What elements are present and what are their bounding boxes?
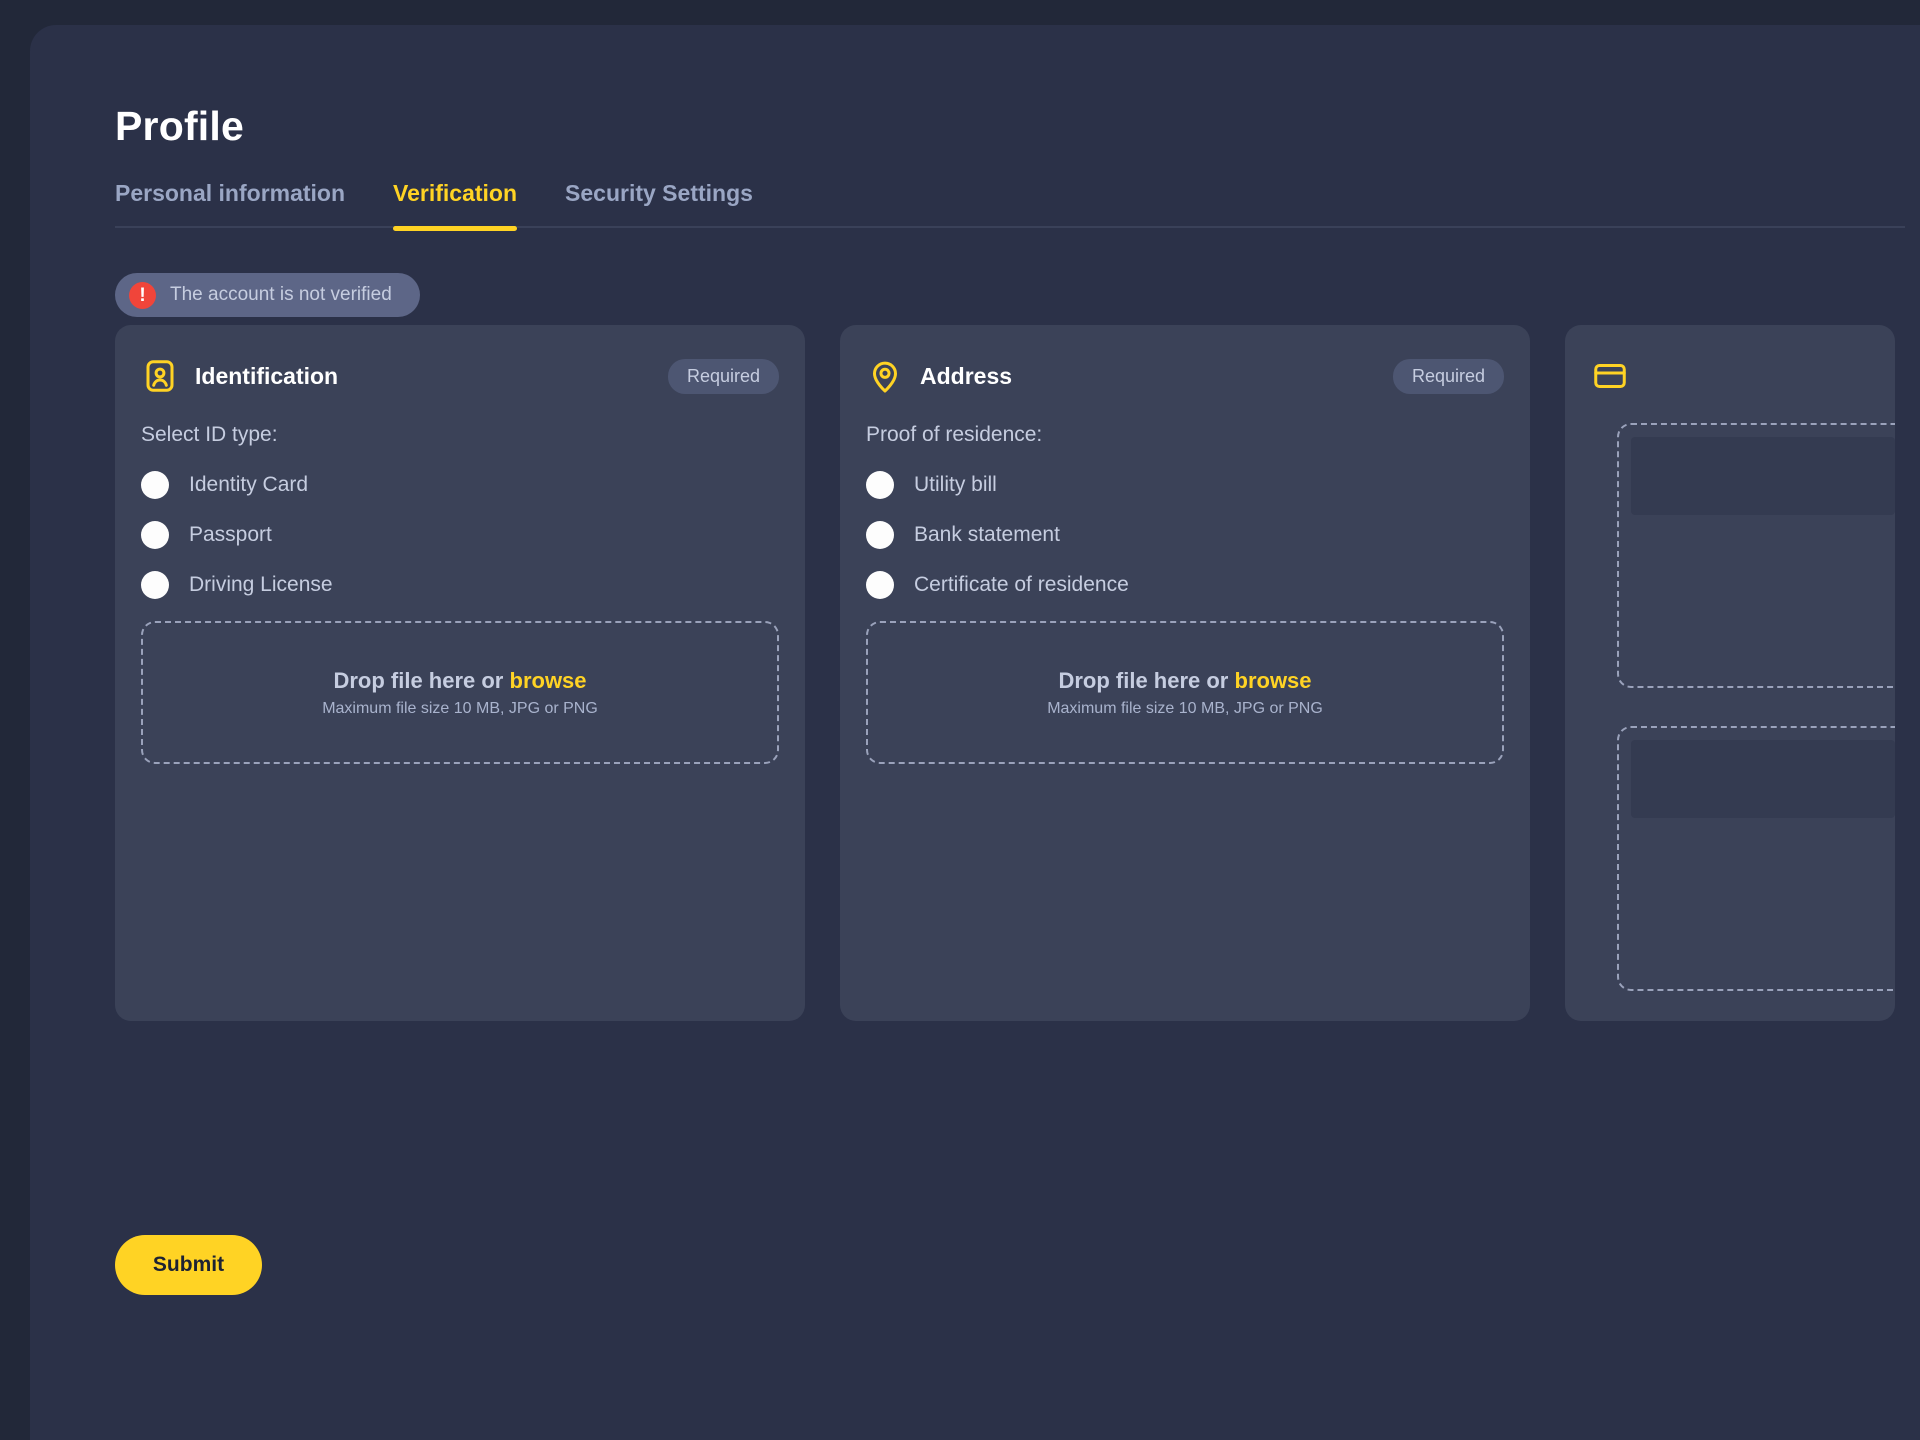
card-header	[1591, 353, 1895, 399]
alert-text: The account is not verified	[170, 284, 392, 305]
profile-tabs: Personal information Verification Securi…	[115, 180, 1905, 231]
radio-circle-icon[interactable]	[866, 521, 894, 549]
credit-card-icon	[1591, 357, 1629, 395]
radio-option-bank-statement[interactable]: Bank statement	[866, 521, 1504, 549]
dropzone-browse-link[interactable]: browse	[510, 668, 587, 693]
tab-personal-information[interactable]: Personal information	[115, 180, 345, 229]
card-header: Identification Required	[141, 353, 779, 399]
page-title: Profile	[115, 103, 244, 149]
card-identification: Identification Required Select ID type: …	[115, 325, 805, 1021]
card-header: Address Required	[866, 353, 1504, 399]
proof-of-residence-label: Proof of residence:	[866, 423, 1043, 446]
payment-upload-slot-fill	[1631, 437, 1895, 515]
radio-circle-icon[interactable]	[866, 571, 894, 599]
card-title: Identification	[195, 362, 339, 389]
address-dropzone[interactable]: Drop file here or browse Maximum file si…	[866, 621, 1504, 764]
card-address: Address Required Proof of residence: Uti…	[840, 325, 1530, 1021]
radio-option-identity-card[interactable]: Identity Card	[141, 471, 779, 499]
required-badge: Required	[667, 358, 779, 394]
required-badge: Required	[1392, 358, 1504, 394]
verification-status-badge: ! The account is not verified	[115, 273, 420, 317]
radio-option-label: Driving License	[189, 573, 333, 596]
dropzone-prompt: Drop file here or browse	[1058, 668, 1311, 694]
radio-option-label: Bank statement	[914, 523, 1060, 546]
card-title: Address	[920, 362, 1013, 389]
exclamation-circle-icon: !	[129, 281, 156, 309]
map-pin-icon	[866, 357, 904, 395]
dropzone-browse-link[interactable]: browse	[1235, 668, 1312, 693]
card-payment-method	[1565, 325, 1895, 1021]
id-card-person-icon	[141, 357, 179, 395]
dropzone-prompt-text: Drop file here or	[1058, 667, 1235, 693]
radio-option-driving-license[interactable]: Driving License	[141, 571, 779, 599]
profile-panel: Profile Personal information Verificatio…	[30, 25, 1920, 1440]
identification-dropzone[interactable]: Drop file here or browse Maximum file si…	[141, 621, 779, 764]
payment-upload-slot-fill	[1631, 740, 1895, 818]
payment-upload-slot[interactable]	[1617, 423, 1895, 688]
radio-option-label: Identity Card	[189, 473, 309, 496]
radio-circle-icon[interactable]	[141, 571, 169, 599]
dropzone-hint: Maximum file size 10 MB, JPG or PNG	[1047, 699, 1323, 717]
radio-option-certificate-of-residence[interactable]: Certificate of residence	[866, 571, 1504, 599]
radio-option-label: Certificate of residence	[914, 573, 1129, 596]
radio-option-passport[interactable]: Passport	[141, 521, 779, 549]
verification-cards: Identification Required Select ID type: …	[115, 325, 1895, 1021]
radio-circle-icon[interactable]	[141, 471, 169, 499]
tab-verification[interactable]: Verification	[393, 180, 517, 231]
dropzone-hint: Maximum file size 10 MB, JPG or PNG	[322, 699, 598, 717]
radio-option-label: Utility bill	[914, 473, 997, 496]
submit-button[interactable]: Submit	[115, 1235, 262, 1295]
tab-security-settings[interactable]: Security Settings	[565, 180, 753, 229]
radio-option-label: Passport	[189, 523, 272, 546]
select-id-type-label: Select ID type:	[141, 423, 278, 446]
dropzone-prompt-text: Drop file here or	[333, 667, 510, 693]
radio-circle-icon[interactable]	[141, 521, 169, 549]
radio-circle-icon[interactable]	[866, 471, 894, 499]
radio-option-utility-bill[interactable]: Utility bill	[866, 471, 1504, 499]
payment-upload-slot[interactable]	[1617, 726, 1895, 991]
dropzone-prompt: Drop file here or browse	[333, 668, 586, 694]
